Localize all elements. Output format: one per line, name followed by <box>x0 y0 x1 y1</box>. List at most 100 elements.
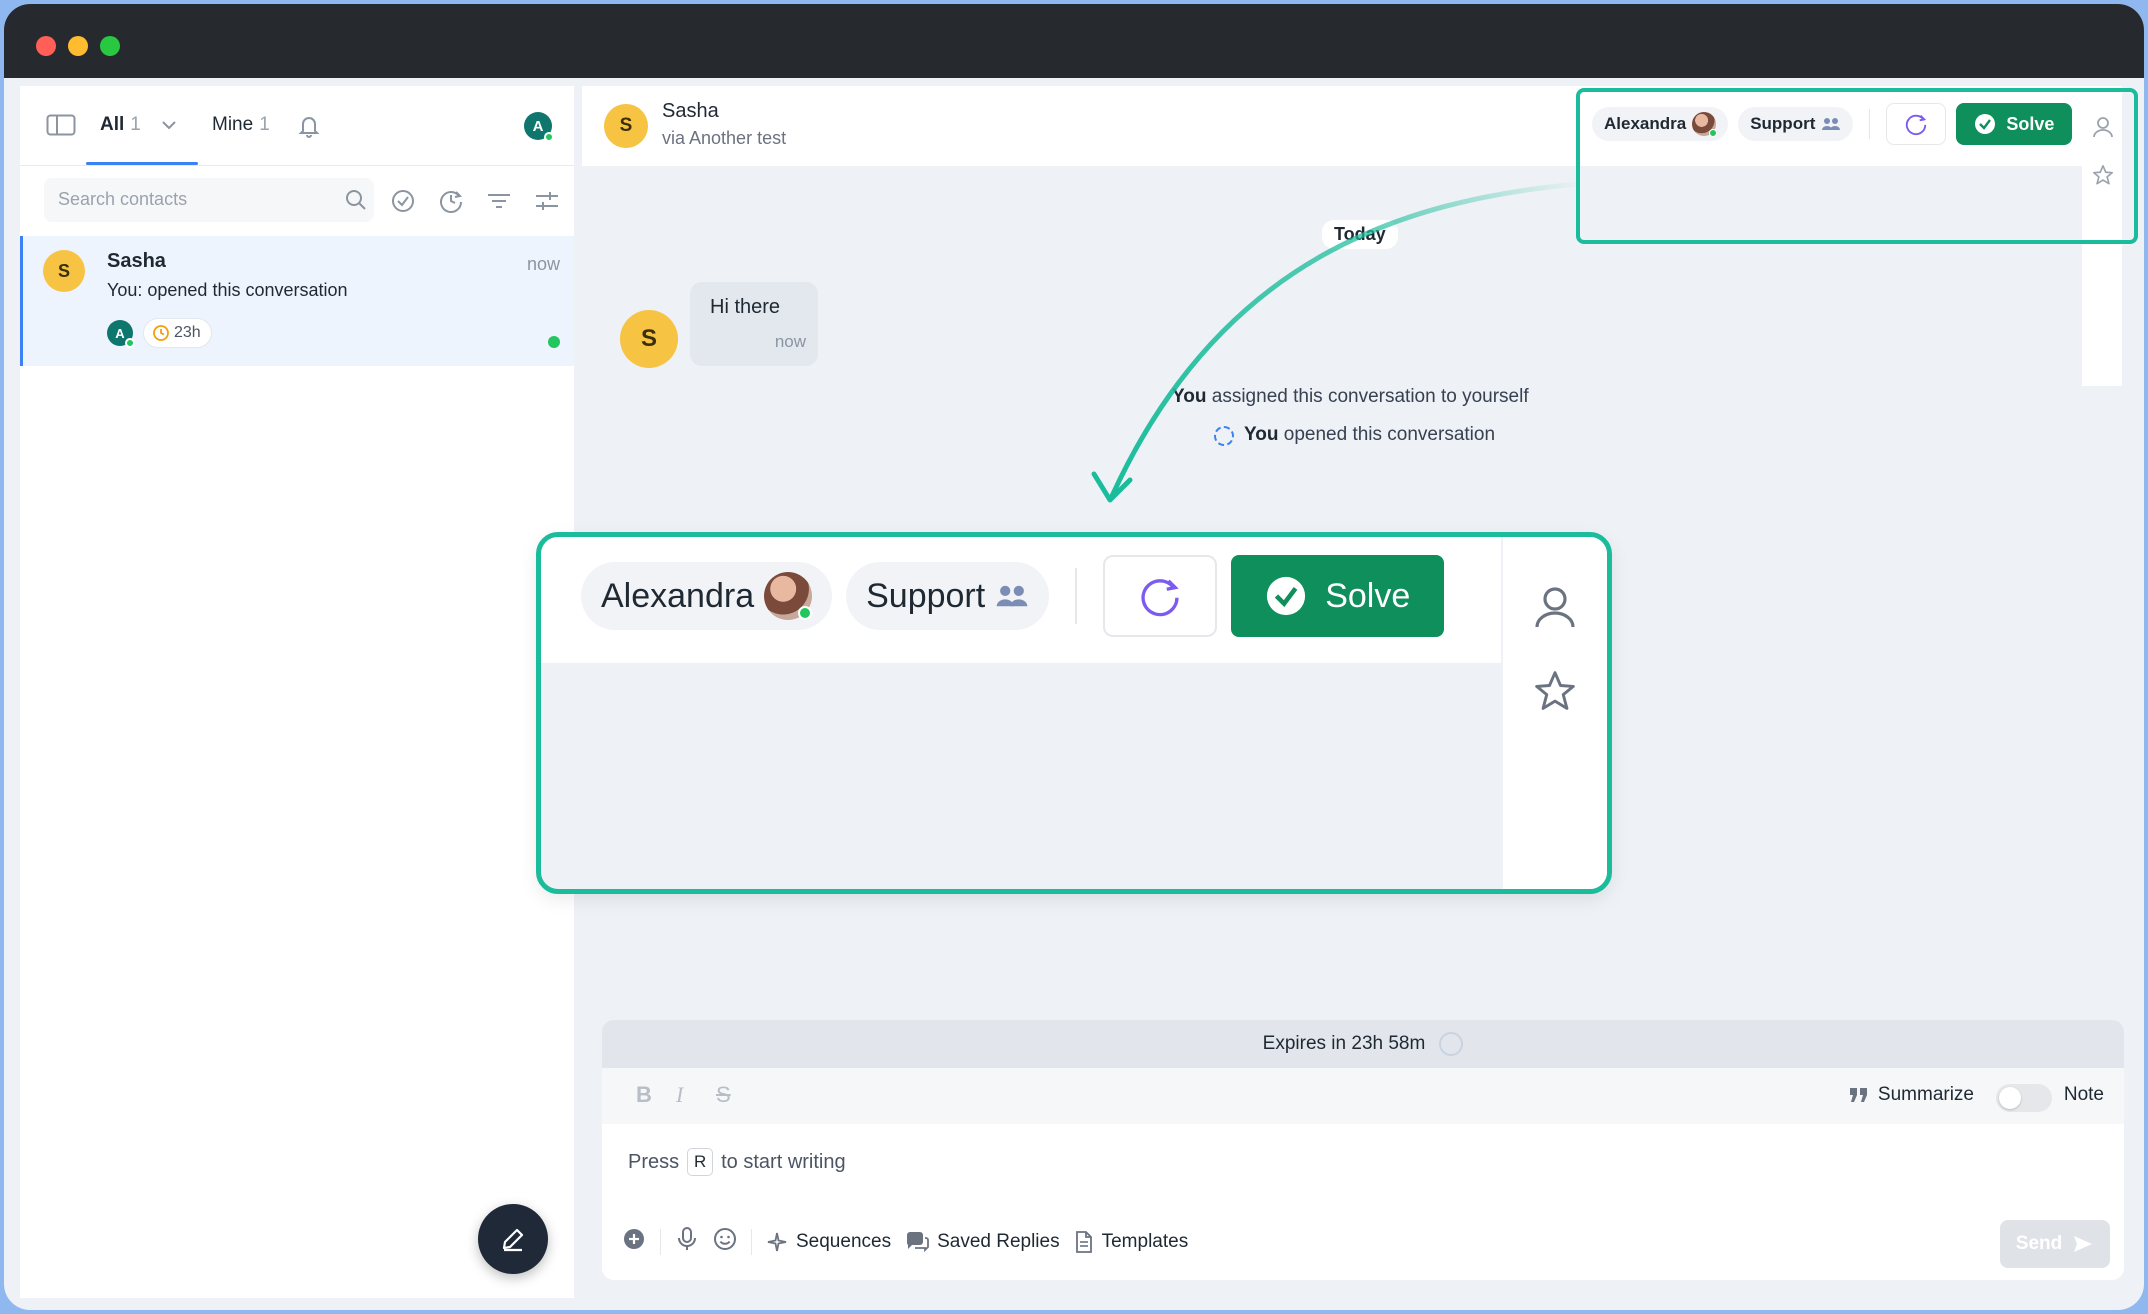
summarize-label: Summarize <box>1877 1084 1974 1105</box>
pencil-icon <box>502 1228 524 1252</box>
note-label: Note <box>2063 1084 2104 1105</box>
tab-all-label: All <box>100 114 125 135</box>
message-text: Hi there <box>710 296 781 318</box>
saved-replies-label: Saved Replies <box>937 1231 1060 1252</box>
search-icon[interactable] <box>344 188 368 217</box>
sliders-icon[interactable] <box>534 188 560 219</box>
divider <box>1075 568 1078 624</box>
templates-label: Templates <box>1101 1231 1189 1252</box>
format-toolbar: B I S Summarize Note <box>602 1068 2124 1124</box>
sparkle-icon <box>767 1232 787 1252</box>
contact-profile-icon[interactable] <box>1533 585 1577 634</box>
activity-event: You assigned this conversation to yourse… <box>1172 386 1529 408</box>
title-bar <box>4 4 2144 78</box>
zoomed-header: Alexandra Support Solve <box>541 537 1501 663</box>
snooze-icon[interactable] <box>438 188 464 219</box>
date-divider: Today <box>1322 220 1398 249</box>
strikethrough-button[interactable]: S <box>716 1082 731 1108</box>
online-status-dot <box>798 606 813 620</box>
sequences-label: Sequences <box>796 1231 892 1252</box>
active-tab-indicator <box>86 162 198 165</box>
emoji-icon[interactable] <box>713 1227 737 1257</box>
minimize-window-button[interactable] <box>68 36 88 56</box>
microphone-icon[interactable] <box>675 1226 699 1258</box>
tab-all[interactable]: All 1 <box>100 114 141 136</box>
snooze-icon <box>1141 579 1179 617</box>
send-icon <box>2074 1236 2093 1252</box>
conversation-contact-name: Sasha <box>107 250 166 272</box>
zoomed-snooze-button[interactable] <box>1103 555 1218 637</box>
expiry-timer-label: 23h <box>174 324 201 341</box>
italic-button[interactable]: I <box>676 1082 683 1108</box>
placeholder-suffix: to start writing <box>721 1150 846 1173</box>
bold-button[interactable]: B <box>636 1082 652 1108</box>
divider <box>751 1229 752 1255</box>
send-button[interactable]: Send <box>2000 1220 2110 1268</box>
conversation-time: now <box>526 254 560 274</box>
highlight-frame-actions <box>1576 88 2138 244</box>
sequences-button[interactable]: Sequences <box>766 1231 891 1253</box>
maximize-window-button[interactable] <box>100 36 120 56</box>
event-text: assigned this conversation to yourself <box>1211 386 1529 407</box>
sidebar-toggle-icon[interactable] <box>46 114 76 141</box>
zoomed-details-rail <box>1503 537 1607 889</box>
event-actor: You <box>1244 424 1279 445</box>
chevron-down-icon[interactable] <box>160 116 178 139</box>
expiry-label: Expires in 23h 58m <box>1262 1033 1426 1054</box>
contact-name[interactable]: Sasha <box>662 100 719 123</box>
clock-icon <box>153 325 169 341</box>
expiry-banner: Expires in 23h 58m <box>602 1020 2124 1068</box>
user-avatar-initial: A <box>532 117 544 135</box>
placeholder-prefix: Press <box>628 1150 680 1173</box>
search-toolbar <box>20 166 574 236</box>
composer-placeholder[interactable]: Press R to start writing <box>628 1148 846 1176</box>
check-circle-icon <box>1267 576 1306 616</box>
send-label: Send <box>2015 1233 2063 1254</box>
zoomed-solve-label: Solve <box>1325 576 1411 615</box>
check-circle-icon[interactable] <box>390 188 416 219</box>
online-status-dot <box>544 132 554 142</box>
contact-avatar[interactable]: S <box>604 104 648 148</box>
tab-all-count: 1 <box>130 114 141 135</box>
zoomed-assignee-chip[interactable]: Alexandra <box>581 562 833 630</box>
search-input[interactable] <box>58 189 318 210</box>
message-bubble[interactable]: Hi there now <box>690 282 818 366</box>
conversation-list-item[interactable]: S Sasha now You: opened this conversatio… <box>20 236 574 366</box>
tab-mine-label: Mine <box>212 114 254 135</box>
zoomed-conversation-actions: Alexandra Support Solve <box>581 555 1445 637</box>
message-time: now <box>774 332 806 351</box>
team-icon <box>996 585 1028 607</box>
tab-mine[interactable]: Mine 1 <box>212 114 270 136</box>
zoomed-team-name: Support <box>866 576 986 615</box>
message-sender-initial: S <box>640 325 657 352</box>
shortcut-key: R <box>687 1148 714 1176</box>
saved-replies-button[interactable]: Saved Replies <box>905 1231 1060 1253</box>
filter-icon[interactable] <box>486 188 512 219</box>
expiry-progress-icon <box>1439 1032 1464 1056</box>
contact-avatar-initial: S <box>619 115 633 136</box>
opened-status-icon <box>1214 426 1234 446</box>
templates-button[interactable]: Templates <box>1074 1230 1189 1254</box>
sidebar-header: All 1 Mine 1 A <box>20 86 574 166</box>
note-toggle[interactable] <box>1996 1084 2052 1112</box>
zoomed-actions-callout: Alexandra Support Solve <box>536 532 1612 894</box>
search-field[interactable] <box>44 178 374 222</box>
document-icon <box>1075 1231 1092 1253</box>
zoomed-assignee-name: Alexandra <box>601 576 755 615</box>
zoomed-solve-button[interactable]: Solve <box>1231 555 1445 637</box>
close-window-button[interactable] <box>36 36 56 56</box>
add-attachment-icon[interactable] <box>622 1227 646 1257</box>
event-text: opened this conversation <box>1283 424 1496 445</box>
contact-avatar-initial: S <box>57 260 70 281</box>
online-status-dot <box>125 338 135 348</box>
zoomed-team-chip[interactable]: Support <box>846 562 1050 630</box>
tab-mine-count: 1 <box>259 114 270 135</box>
bell-icon[interactable] <box>298 114 320 143</box>
conversation-sidebar: All 1 Mine 1 A Search contacts S Sasha n… <box>20 86 574 1298</box>
composer-box[interactable]: B I S Summarize Note Press R to start wr… <box>602 1068 2124 1280</box>
quote-icon <box>1849 1088 1867 1102</box>
compose-button[interactable] <box>478 1204 548 1274</box>
user-avatar[interactable]: A <box>524 112 554 142</box>
summarize-button[interactable]: Summarize <box>1848 1084 1974 1106</box>
star-icon[interactable] <box>1533 669 1577 718</box>
